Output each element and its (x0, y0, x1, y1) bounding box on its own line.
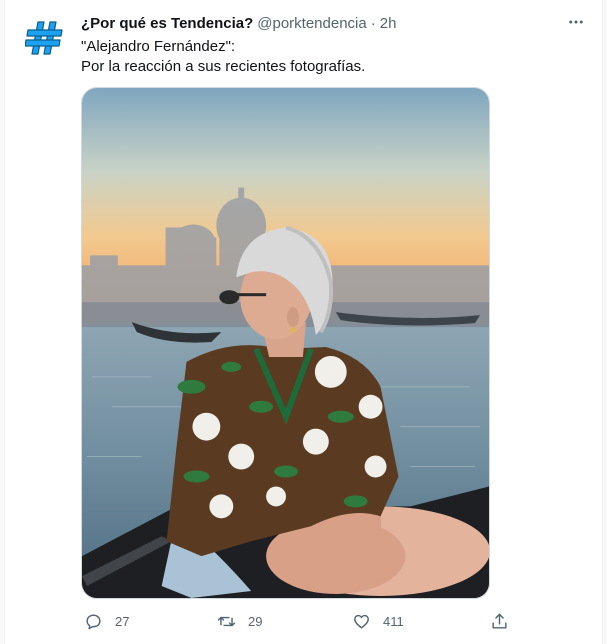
like-button[interactable]: 411 (352, 606, 404, 636)
header-separator: · (370, 14, 376, 32)
more-dots-icon (569, 20, 583, 24)
tweet-photo[interactable] (81, 87, 490, 599)
tweet-header: ¿Por qué es Tendencia? @porktendencia · … (81, 13, 542, 33)
tweet-text-line-2: Por la reacción a sus recientes fotograf… (81, 58, 366, 75)
tweet-text: "Alejandro Fernández": Por la reacción a… (81, 37, 582, 77)
retweet-count: 29 (248, 613, 263, 629)
like-count: 411 (383, 613, 404, 629)
tweet-text-line-1: "Alejandro Fernández": (81, 38, 236, 55)
tweet-timestamp[interactable]: 2h (380, 15, 397, 32)
reply-button[interactable]: 27 (84, 606, 129, 636)
hashtag-icon (25, 21, 63, 55)
reply-icon (86, 613, 101, 629)
tweet-actions: 27 29 411 (81, 606, 511, 636)
more-options-button[interactable] (564, 12, 588, 32)
author-display-name[interactable]: ¿Por qué es Tendencia? (81, 15, 253, 32)
tweet-card[interactable]: ¿Por qué es Tendencia? @porktendencia · … (4, 0, 603, 644)
share-icon (492, 613, 507, 629)
reply-count: 27 (115, 613, 130, 629)
share-button[interactable] (490, 606, 509, 636)
photo-image (82, 88, 489, 598)
avatar[interactable] (25, 18, 65, 58)
heart-icon (354, 614, 369, 629)
retweet-icon (217, 616, 236, 626)
retweet-button[interactable]: 29 (217, 606, 262, 636)
author-handle[interactable]: @porktendencia (257, 15, 366, 32)
